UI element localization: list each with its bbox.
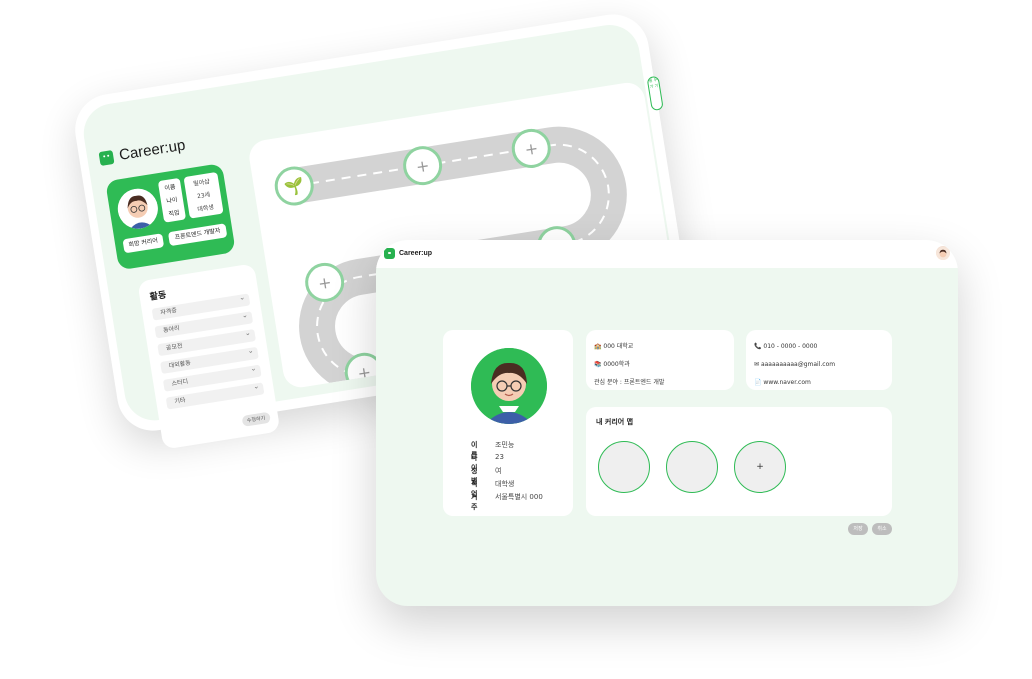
phone-text: 010 - 0000 - 0000 — [763, 343, 818, 350]
school-icon: 🏫 — [594, 343, 602, 350]
edit-button[interactable]: 수정하기 — [241, 411, 271, 427]
website-text[interactable]: www.naver.com — [763, 379, 810, 386]
plus-icon: + — [356, 362, 372, 383]
save-button[interactable]: 저장 — [848, 523, 868, 535]
department-text: 0000학과 — [603, 361, 630, 368]
career-map-item[interactable] — [598, 441, 650, 493]
interest-text: 관심 분야 : 프론트엔드 개발 — [594, 379, 665, 386]
user-avatar[interactable] — [936, 246, 950, 260]
logo-text: Career:up — [117, 136, 187, 164]
career-map-add-button[interactable]: + — [734, 441, 786, 493]
avatar-illustration — [117, 188, 158, 231]
link-icon: 📄 — [754, 379, 762, 386]
university-text: 000 대학교 — [603, 343, 634, 350]
website-row[interactable]: 📄 www.naver.com — [754, 374, 884, 392]
label-job: 직업 — [168, 209, 181, 218]
profile-avatar — [471, 348, 547, 424]
avatar — [114, 185, 161, 232]
front-tablet: Career:up 이름 조민능 나이 23 성별 여 직업 대학생 거주 서울… — [376, 240, 958, 606]
contact-card: 📞 010 - 0000 - 0000 ✉ aaaaaaaaaa@gmail.c… — [746, 330, 892, 390]
field-label: 거주 — [471, 493, 478, 511]
email-text: aaaaaaaaaa@gmail.com — [760, 361, 836, 368]
university-row: 🏫 000 대학교 — [594, 338, 726, 356]
phone-icon: 📞 — [754, 343, 762, 350]
top-bar: Career:up — [376, 240, 958, 268]
plus-icon: + — [523, 139, 539, 160]
email-row: ✉ aaaaaaaaaa@gmail.com — [754, 356, 884, 374]
profile-card: 이름 나이 직업 밀아샵 23세 대학생 희망 커리어 프론트엔드 개발자 — [105, 163, 236, 271]
front-logo[interactable]: Career:up — [384, 248, 432, 259]
logo-icon — [384, 248, 395, 259]
phone-row: 📞 010 - 0000 - 0000 — [754, 338, 884, 356]
field-residence: 거주 서울특별시 000 — [471, 492, 543, 512]
dream-career-button[interactable]: 희망 커리어 — [122, 233, 165, 254]
plus-icon: + — [415, 156, 431, 177]
user-avatar-illustration — [936, 247, 950, 260]
field-value: 서울특별시 000 — [495, 493, 543, 501]
department-row: 📚 0000학과 — [594, 356, 726, 374]
profile-values: 밀아샵 23세 대학생 — [183, 171, 224, 219]
activity-card: 활동 자격증 동아리 공모전 대외활동 스터디 기타 수정하기 — [137, 263, 281, 450]
profile-detail-card: 이름 조민능 나이 23 성별 여 직업 대학생 거주 서울특별시 000 — [443, 330, 573, 516]
book-icon: 📚 — [594, 361, 602, 368]
logo-icon — [98, 149, 115, 166]
side-tab[interactable]: 밑 두 가 기 — [646, 75, 664, 112]
career-map-title: 내 커리어 맵 — [596, 418, 634, 426]
career-value-button[interactable]: 프론트엔드 개발자 — [167, 223, 228, 247]
back-logo[interactable]: Career:up — [98, 137, 186, 167]
career-map-item[interactable] — [666, 441, 718, 493]
cancel-button[interactable]: 취소 — [872, 523, 892, 535]
mail-icon: ✉ — [754, 361, 760, 368]
profile-avatar-illustration — [471, 348, 547, 424]
career-map-card: 내 커리어 맵 + — [586, 407, 892, 516]
logo-text: Career:up — [399, 250, 433, 257]
plus-icon: + — [756, 462, 764, 472]
plus-icon: + — [317, 272, 333, 293]
sprout-icon: 🌱 — [283, 176, 306, 198]
school-card: 🏫 000 대학교 📚 0000학과 관심 분야 : 프론트엔드 개발 — [586, 330, 734, 390]
profile-labels: 이름 나이 직업 — [157, 177, 187, 223]
